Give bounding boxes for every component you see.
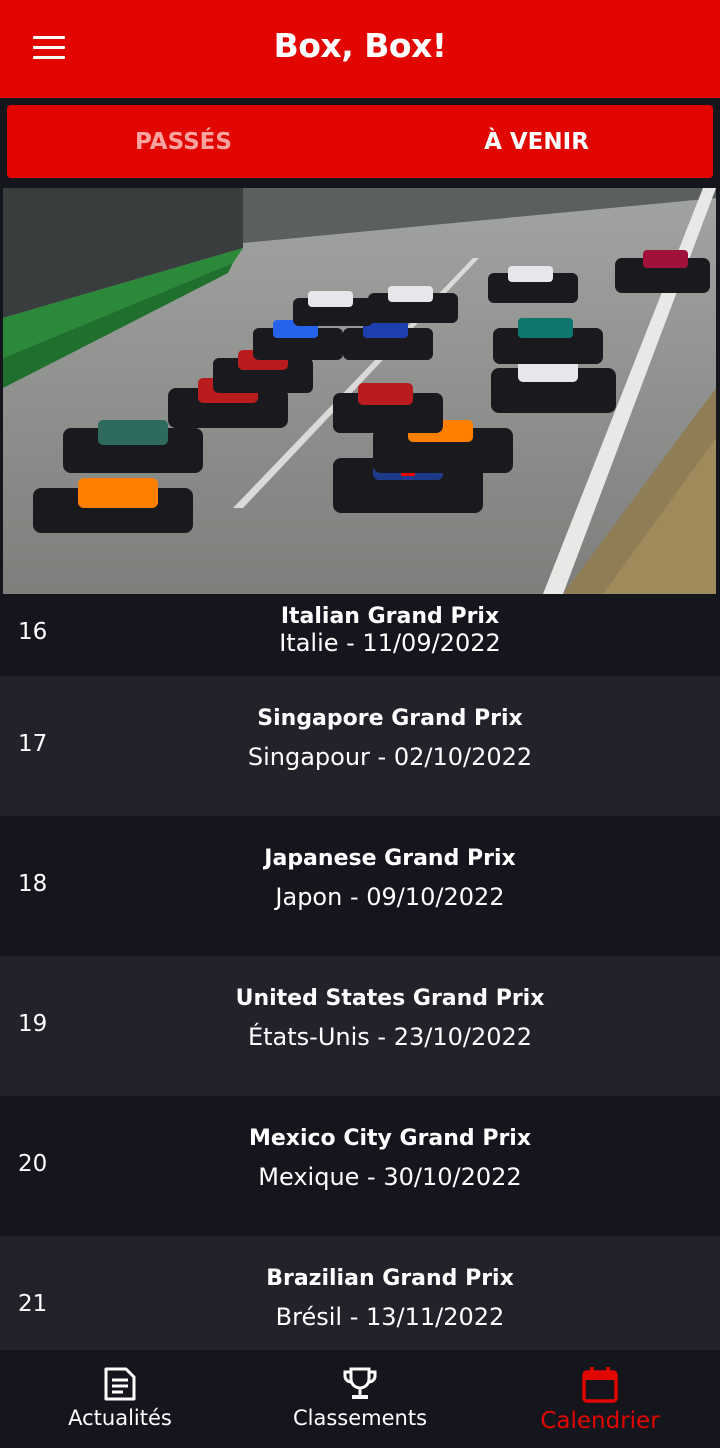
race-hero-image bbox=[3, 188, 716, 594]
calendar-icon bbox=[582, 1367, 618, 1403]
race-name: United States Grand Prix bbox=[235, 986, 545, 1011]
race-list: 16 Italian Grand Prix Italie - 11/09/202… bbox=[0, 594, 720, 1350]
race-round: 19 bbox=[18, 1011, 48, 1037]
race-round: 18 bbox=[18, 871, 48, 897]
nav-calendar-label: Calendrier bbox=[540, 1408, 660, 1434]
app-title: Box, Box! bbox=[273, 26, 447, 65]
race-name: Brazilian Grand Prix bbox=[266, 1266, 514, 1291]
race-round: 20 bbox=[18, 1151, 48, 1177]
race-info: Mexico City Grand Prix Mexique - 30/10/2… bbox=[60, 1126, 720, 1191]
nav-calendar[interactable]: Calendrier bbox=[480, 1350, 720, 1448]
nav-news[interactable]: Actualités bbox=[0, 1350, 240, 1448]
race-info: Brazilian Grand Prix Brésil - 13/11/2022 bbox=[60, 1266, 720, 1331]
race-detail: Japon - 09/10/2022 bbox=[275, 883, 505, 911]
race-detail: Italie - 11/09/2022 bbox=[279, 629, 501, 657]
race-start-illustration bbox=[3, 188, 716, 594]
race-row[interactable]: 19 United States Grand Prix États-Unis -… bbox=[0, 956, 720, 1096]
race-name: Singapore Grand Prix bbox=[257, 706, 523, 731]
nav-standings[interactable]: Classements bbox=[240, 1350, 480, 1448]
race-info: Italian Grand Prix Italie - 11/09/2022 bbox=[60, 604, 720, 657]
nav-news-label: Actualités bbox=[68, 1406, 172, 1430]
race-info: Singapore Grand Prix Singapour - 02/10/2… bbox=[60, 706, 720, 771]
race-row[interactable]: 20 Mexico City Grand Prix Mexique - 30/1… bbox=[0, 1096, 720, 1236]
nav-standings-label: Classements bbox=[292, 1406, 428, 1430]
race-detail: Singapour - 02/10/2022 bbox=[247, 743, 533, 771]
bottom-navigation: Actualités Classements Calendrier bbox=[0, 1350, 720, 1448]
article-icon bbox=[104, 1367, 136, 1401]
race-info: United States Grand Prix États-Unis - 23… bbox=[60, 986, 720, 1051]
race-round: 21 bbox=[18, 1291, 48, 1317]
tab-upcoming[interactable]: À VENIR bbox=[360, 105, 713, 178]
trophy-icon bbox=[343, 1367, 377, 1399]
tab-past[interactable]: PASSÉS bbox=[7, 105, 360, 178]
race-name: Italian Grand Prix bbox=[280, 604, 500, 629]
race-row[interactable]: 21 Brazilian Grand Prix Brésil - 13/11/2… bbox=[0, 1236, 720, 1350]
race-detail: États-Unis - 23/10/2022 bbox=[247, 1023, 533, 1051]
race-detail: Brésil - 13/11/2022 bbox=[275, 1303, 505, 1331]
race-round: 16 bbox=[18, 619, 48, 645]
race-name: Mexico City Grand Prix bbox=[248, 1126, 532, 1151]
schedule-tabs: PASSÉS À VENIR bbox=[7, 105, 713, 178]
race-detail: Mexique - 30/10/2022 bbox=[258, 1163, 522, 1191]
race-row[interactable]: 16 Italian Grand Prix Italie - 11/09/202… bbox=[0, 594, 720, 676]
race-row[interactable]: 18 Japanese Grand Prix Japon - 09/10/202… bbox=[0, 816, 720, 956]
app-bar: Box, Box! bbox=[0, 0, 720, 98]
race-name: Japanese Grand Prix bbox=[264, 846, 516, 871]
race-row[interactable]: 17 Singapore Grand Prix Singapour - 02/1… bbox=[0, 676, 720, 816]
race-info: Japanese Grand Prix Japon - 09/10/2022 bbox=[60, 846, 720, 911]
race-round: 17 bbox=[18, 731, 48, 757]
